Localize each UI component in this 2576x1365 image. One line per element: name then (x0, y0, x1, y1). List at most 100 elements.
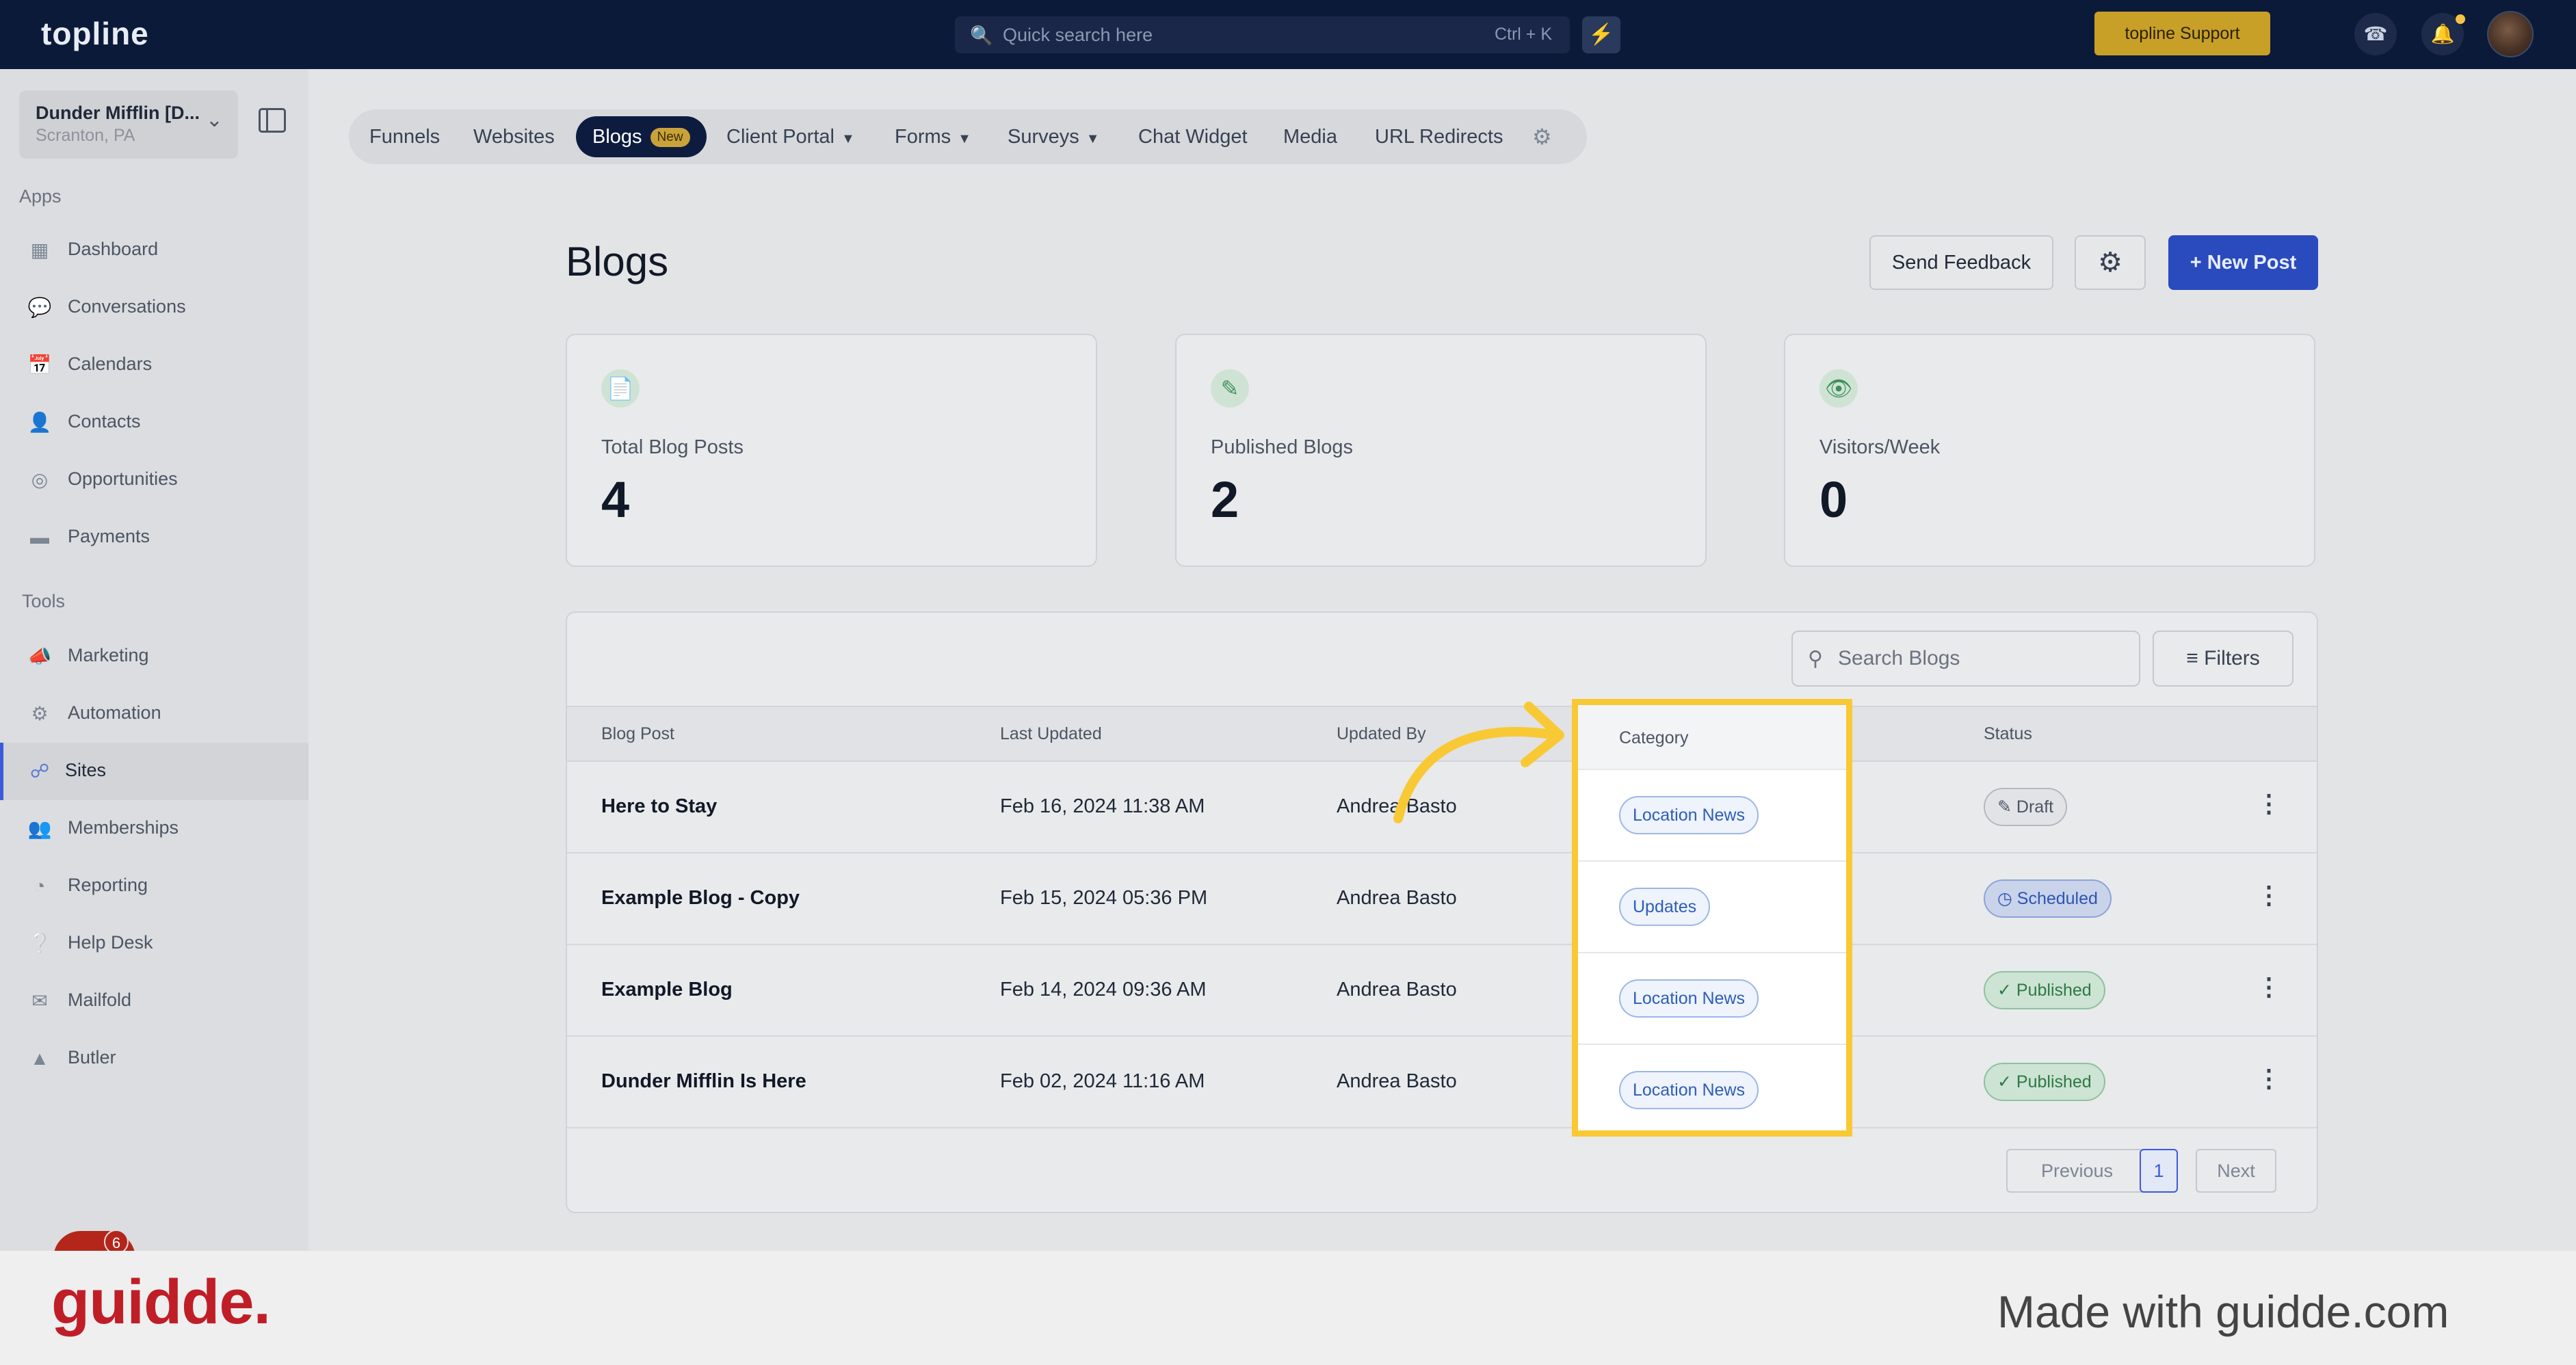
tab-funnels[interactable]: Funnels (369, 109, 440, 164)
tab-forms[interactable]: Forms ▼ (895, 109, 971, 164)
pointer-arrow-icon (1393, 702, 1564, 823)
updated-by: Andrea Basto (1337, 979, 1457, 1000)
search-blogs-input[interactable]: ⚲ Search Blogs (1791, 631, 2140, 687)
last-updated: Feb 15, 2024 05:36 PM (1000, 887, 1208, 909)
top-bar: topline 🔍 Quick search here Ctrl + K ⚡ t… (0, 0, 2576, 69)
tab-url-redirects[interactable]: URL Redirects (1375, 109, 1503, 164)
sidebar-item-marketing[interactable]: 📣 Marketing (0, 628, 308, 685)
new-badge: New (650, 128, 690, 148)
sidebar-item-conversations[interactable]: 💬 Conversations (0, 279, 308, 336)
sidebar-item-label: Memberships (68, 817, 179, 838)
tools-heading: Tools (22, 591, 66, 611)
filters-button[interactable]: ≡ Filters (2153, 631, 2294, 687)
apps-heading: Apps (19, 186, 62, 207)
chevron-down-icon: ⌄ (205, 109, 223, 131)
sidebar-item-label: Payments (68, 526, 150, 546)
search-placeholder: Search Blogs (1838, 647, 1960, 670)
updated-by: Andrea Basto (1337, 1070, 1457, 1092)
category-badge[interactable]: Location News (1619, 1071, 1759, 1109)
status-text: Published (2016, 1072, 2092, 1091)
tab-media[interactable]: Media (1283, 109, 1337, 164)
phone-icon[interactable]: ☎ (2354, 13, 2397, 55)
sidebar-item-calendars[interactable]: 📅 Calendars (0, 336, 308, 394)
tab-label: Client Portal (726, 126, 834, 148)
sidebar-item-dashboard[interactable]: ▦ Dashboard (0, 222, 308, 279)
sidebar-item-opportunities[interactable]: ◎ Opportunities (0, 451, 308, 509)
post-title[interactable]: Dunder Mifflin Is Here (601, 1070, 806, 1093)
tab-chat-widget[interactable]: Chat Widget (1138, 109, 1248, 164)
status-badge: ✎ Draft (1984, 788, 2068, 826)
location-name: Dunder Mifflin [D... (36, 103, 200, 123)
new-post-button[interactable]: + New Post (2168, 235, 2318, 290)
sidebar-item-automation[interactable]: ⚙ Automation (0, 685, 308, 743)
tab-client-portal[interactable]: Client Portal ▼ (726, 109, 855, 164)
col-category[interactable]: Category (1578, 705, 1846, 770)
sidebar-item-reporting[interactable]: ◔ Reporting (0, 858, 308, 915)
tab-label: Blogs (592, 126, 642, 148)
quick-search-input[interactable]: 🔍 Quick search here Ctrl + K (955, 16, 1570, 53)
status-text: Published (2016, 981, 2092, 1000)
dashboard-icon: ▦ (30, 239, 49, 261)
sites-tab-bar: Funnels Websites Blogs New Client Portal ▼… (349, 109, 1587, 164)
table-row[interactable]: Example Blog Feb 14, 2024 09:36 AM Andre… (567, 945, 2317, 1037)
status-text: Draft (2016, 797, 2054, 817)
sidebar-item-payments[interactable]: ▬ Payments (0, 509, 308, 566)
help-icon: ❔ (27, 933, 52, 954)
col-last-updated[interactable]: Last Updated (1000, 724, 1102, 744)
last-updated: Feb 16, 2024 11:38 AM (1000, 795, 1205, 817)
stat-card-total-posts: 📄 Total Blog Posts 4 (566, 334, 1097, 567)
chevron-down-icon: ▼ (1086, 131, 1100, 146)
guidde-logo[interactable]: guidde. (51, 1267, 271, 1338)
next-button[interactable]: Next (2196, 1149, 2276, 1193)
category-cell: Location News (1578, 770, 1846, 862)
sidebar-item-memberships[interactable]: 👥 Memberships (0, 800, 308, 858)
stat-label: Total Blog Posts (601, 436, 744, 458)
target-icon: ◎ (31, 469, 49, 490)
megaphone-icon: 📣 (27, 646, 52, 667)
row-menu-icon[interactable]: ⋮ (2257, 881, 2281, 910)
row-menu-icon[interactable]: ⋮ (2257, 789, 2281, 818)
globe-icon: ☍ (29, 760, 50, 782)
members-icon: 👥 (27, 818, 52, 839)
tab-surveys[interactable]: Surveys ▼ (1008, 109, 1100, 164)
row-menu-icon[interactable]: ⋮ (2257, 1064, 2281, 1093)
last-updated: Feb 02, 2024 11:16 AM (1000, 1070, 1205, 1092)
sidebar-item-label: Mailfold (68, 990, 132, 1010)
category-badge[interactable]: Location News (1619, 979, 1759, 1018)
gear-icon[interactable]: ⚙ (1532, 109, 1552, 164)
sidebar-item-label: Dashboard (68, 239, 159, 259)
sidebar-item-mailfold[interactable]: ✉ Mailfold (0, 972, 308, 1030)
col-status[interactable]: Status (1984, 724, 2032, 744)
post-title[interactable]: Here to Stay (601, 795, 717, 818)
table-row[interactable]: Dunder Mifflin Is Here Feb 02, 2024 11:1… (567, 1037, 2317, 1128)
filters-label: Filters (2204, 647, 2260, 670)
lightning-icon[interactable]: ⚡ (1582, 16, 1620, 53)
send-feedback-button[interactable]: Send Feedback (1869, 235, 2053, 290)
tab-websites[interactable]: Websites (473, 109, 555, 164)
pie-icon: ◔ (34, 875, 46, 897)
search-placeholder: Quick search here (1003, 25, 1153, 45)
page-number-button[interactable]: 1 (2140, 1149, 2178, 1193)
sidebar-item-butler[interactable]: ▲ Butler (0, 1030, 308, 1087)
avatar[interactable] (2487, 11, 2534, 57)
col-blog-post[interactable]: Blog Post (601, 724, 674, 744)
app-logo[interactable]: topline (41, 15, 149, 52)
settings-button[interactable]: ⚙ (2075, 235, 2146, 290)
category-badge[interactable]: Updates (1619, 888, 1711, 926)
stat-label: Published Blogs (1211, 436, 1353, 458)
support-button[interactable]: topline Support (2094, 12, 2270, 55)
location-switcher[interactable]: Dunder Mifflin [D... Scranton, PA ⌄ (19, 90, 238, 159)
category-badge[interactable]: Location News (1619, 796, 1759, 834)
bell-icon: ▲ (30, 1048, 49, 1069)
post-title[interactable]: Example Blog - Copy (601, 887, 800, 910)
last-updated: Feb 14, 2024 09:36 AM (1000, 979, 1207, 1000)
row-menu-icon[interactable]: ⋮ (2257, 972, 2281, 1001)
table-row[interactable]: Example Blog - Copy Feb 15, 2024 05:36 P… (567, 853, 2317, 945)
sidebar-item-help-desk[interactable]: ❔ Help Desk (0, 915, 308, 972)
previous-button[interactable]: Previous (2006, 1149, 2148, 1193)
sidebar-item-sites[interactable]: ☍ Sites (0, 743, 308, 800)
sidebar-item-contacts[interactable]: 👤 Contacts (0, 394, 308, 451)
tab-blogs[interactable]: Blogs New (576, 116, 707, 157)
sidebar-collapse-icon[interactable] (259, 108, 286, 133)
post-title[interactable]: Example Blog (601, 979, 733, 1001)
